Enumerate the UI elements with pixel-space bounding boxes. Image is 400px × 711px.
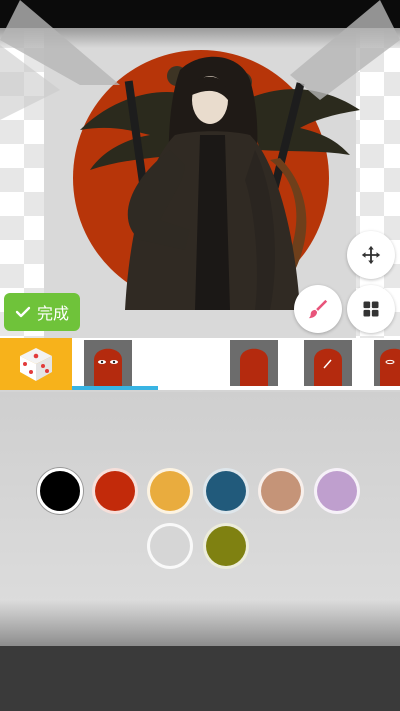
grid-icon [363,301,379,317]
bottom-nav-bar [0,646,400,711]
eye-option-preview [380,348,400,386]
color-swatch[interactable] [92,468,138,514]
done-label: 完成 [36,304,69,323]
color-swatch[interactable] [147,523,193,569]
brush-button[interactable] [294,285,342,333]
layout-button[interactable] [347,285,395,333]
eye-option-preview [94,348,122,386]
bottom-shadow [0,600,400,646]
color-swatch[interactable] [147,468,193,514]
eye-option-3[interactable] [304,340,352,386]
dice-icon [20,348,52,381]
color-swatch[interactable] [203,523,249,569]
move-arrows-icon [361,245,381,265]
randomize-button[interactable] [0,338,72,390]
eye-option-preview [240,348,268,386]
color-swatch[interactable] [258,468,304,514]
move-button[interactable] [347,231,395,279]
color-swatch[interactable] [37,468,83,514]
check-icon [15,306,31,318]
color-swatch[interactable] [203,468,249,514]
eye-option-preview [314,348,342,386]
selected-option-indicator [72,386,158,390]
lens-artifact [0,0,400,395]
eye-option-1[interactable] [84,340,132,386]
eye-option-4[interactable] [374,340,400,386]
done-button[interactable]: 完成 [4,293,80,331]
color-swatch[interactable] [314,468,360,514]
eye-option-2[interactable] [230,340,278,386]
brush-icon [308,299,328,319]
